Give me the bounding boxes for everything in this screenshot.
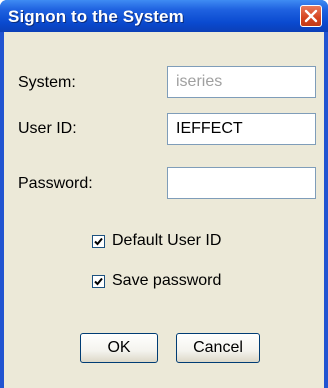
checkmark-icon — [94, 237, 103, 246]
title-bar[interactable]: Signon to the System — [0, 0, 328, 32]
save-password-checkbox[interactable] — [92, 275, 105, 288]
user-id-label: User ID: — [18, 120, 77, 137]
signon-dialog: Signon to the System System: iseries Use… — [0, 0, 328, 388]
password-field[interactable] — [167, 167, 316, 199]
password-label: Password: — [18, 175, 93, 192]
system-label: System: — [18, 74, 76, 91]
ok-button[interactable]: OK — [80, 333, 158, 363]
close-button[interactable] — [300, 5, 322, 27]
default-user-id-label[interactable]: Default User ID — [112, 232, 221, 250]
save-password-label[interactable]: Save password — [112, 272, 221, 290]
cancel-button[interactable]: Cancel — [176, 333, 260, 363]
dialog-title: Signon to the System — [8, 7, 184, 26]
system-field: iseries — [167, 66, 316, 98]
checkmark-icon — [94, 277, 103, 286]
default-user-id-checkbox[interactable] — [92, 235, 105, 248]
user-id-field[interactable]: IEFFECT — [167, 113, 316, 145]
close-icon — [304, 9, 318, 23]
dialog-body: System: iseries User ID: IEFFECT Passwor… — [4, 32, 324, 388]
